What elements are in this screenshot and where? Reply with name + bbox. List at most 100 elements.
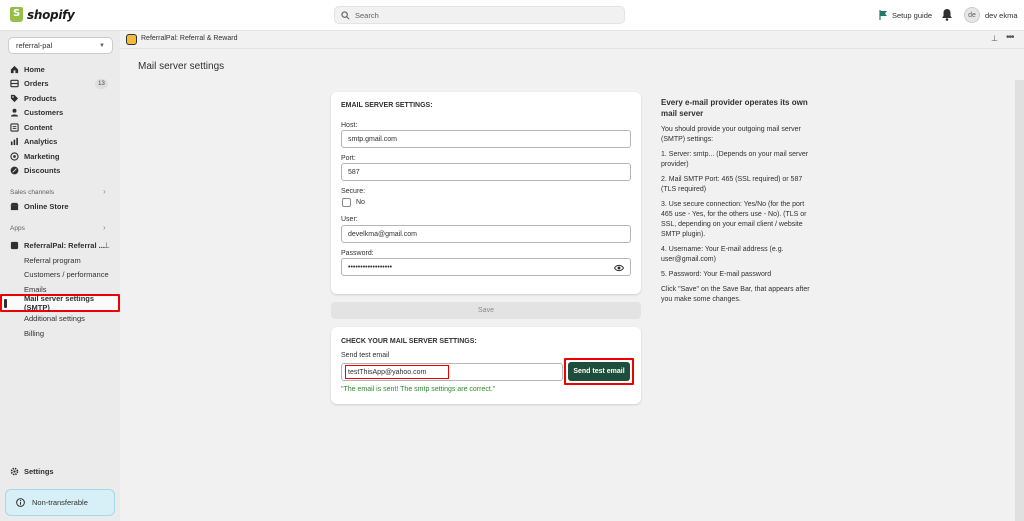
help-title: Every e-mail provider operates its own m… xyxy=(661,98,808,118)
pin-icon[interactable]: ⊥ xyxy=(991,34,998,43)
store-selector[interactable]: referral-pal ▼ xyxy=(8,37,113,54)
sidebar-item-label: Orders xyxy=(24,79,49,88)
smtp-settings-card: EMAIL SERVER SETTINGS: Host: smtp.gmail.… xyxy=(331,92,641,294)
secure-label: Secure: xyxy=(341,188,366,195)
sidebar-item-label: Products xyxy=(24,94,57,103)
store-icon xyxy=(10,202,19,211)
gear-icon xyxy=(10,467,19,476)
help-paragraph: You should provide your outgoing mail se… xyxy=(661,126,801,143)
sidebar-sub-additional-settings[interactable]: Additional settings xyxy=(24,314,85,323)
help-paragraph: 3. Use secure connection: Yes/No (for th… xyxy=(661,201,807,238)
person-icon xyxy=(10,108,19,117)
setup-guide-label: Setup guide xyxy=(892,10,933,20)
sidebar: referral-pal ▼ Home Orders 13 Products C… xyxy=(0,31,120,521)
sidebar-item-label: Settings xyxy=(24,467,54,476)
sidebar-item-analytics[interactable]: Analytics xyxy=(10,137,57,146)
test-email-input[interactable]: testThisApp@yahoo.com xyxy=(341,363,563,381)
user-label: User: xyxy=(341,216,358,223)
referralpal-app-icon xyxy=(126,34,137,45)
help-paragraph: Click "Save" on the Save Bar, that appea… xyxy=(661,286,810,303)
host-value: smtp.gmail.com xyxy=(348,135,398,143)
help-paragraph: 2. Mail SMTP Port: 465 (SSL required) or… xyxy=(661,176,803,193)
send-test-email-label: Send test email xyxy=(341,352,390,359)
sidebar-item-products[interactable]: Products xyxy=(10,94,57,103)
sidebar-item-label: Online Store xyxy=(24,202,69,211)
host-input[interactable]: smtp.gmail.com xyxy=(341,130,631,148)
sales-channels-label: Sales channels xyxy=(10,189,55,196)
sidebar-item-customers[interactable]: Customers xyxy=(10,108,63,117)
sidebar-item-discounts[interactable]: Discounts xyxy=(10,166,60,175)
sidebar-item-home[interactable]: Home xyxy=(10,65,45,74)
target-icon xyxy=(10,152,19,161)
port-value: 587 xyxy=(348,168,360,176)
sidebar-item-label: Customers xyxy=(24,108,64,117)
help-paragraph: 4. Username: Your E-mail address (e.g. u… xyxy=(661,246,784,263)
avatar: de xyxy=(964,7,980,23)
active-indicator xyxy=(4,299,7,308)
sidebar-sub-mail-server-settings[interactable]: Mail server settings (SMTP) xyxy=(0,294,120,312)
send-button-highlight: Send test email xyxy=(564,358,634,385)
sidebar-sub-billing[interactable]: Billing xyxy=(24,329,44,338)
user-value: develkma@gmail.com xyxy=(348,230,417,238)
smtp-heading: EMAIL SERVER SETTINGS: xyxy=(341,102,433,109)
orders-count-badge: 13 xyxy=(95,79,108,89)
sidebar-item-online-store[interactable]: Online Store xyxy=(10,202,69,211)
success-message: "The email is sent! The smtp settings ar… xyxy=(341,386,496,393)
bell-icon[interactable] xyxy=(941,8,953,21)
info-icon xyxy=(16,498,25,507)
sidebar-sub-emails[interactable]: Emails xyxy=(24,285,47,294)
chart-icon xyxy=(10,137,18,146)
scrollbar[interactable] xyxy=(1015,80,1024,521)
sidebar-item-label: Home xyxy=(24,65,45,74)
user-menu[interactable]: de dev ekma xyxy=(964,7,1018,23)
home-icon xyxy=(10,65,19,74)
sidebar-item-settings[interactable]: Settings xyxy=(10,467,54,476)
sidebar-item-label: ReferralPal: Referral ... xyxy=(24,241,105,250)
more-options-icon[interactable]: ••• xyxy=(1006,32,1014,43)
chevron-right-icon[interactable]: › xyxy=(103,187,106,196)
brand-name: shopify xyxy=(27,7,75,22)
non-transferable-label: Non-transferable xyxy=(32,498,88,507)
app-title: ReferralPal: Referral & Reward xyxy=(141,35,238,42)
help-paragraph: 1. Server: smtp... (Depends on your mail… xyxy=(661,151,809,168)
save-button[interactable]: Save xyxy=(331,302,641,319)
sidebar-item-label: Marketing xyxy=(24,152,60,161)
secure-checkbox-label: No xyxy=(356,199,365,206)
port-input[interactable]: 587 xyxy=(341,163,631,181)
search-bar[interactable] xyxy=(334,6,625,24)
secure-checkbox[interactable] xyxy=(342,198,351,207)
test-email-value: testThisApp@yahoo.com xyxy=(345,365,449,379)
sidebar-item-label: Content xyxy=(24,123,53,132)
search-input[interactable] xyxy=(355,10,605,20)
user-input[interactable]: develkma@gmail.com xyxy=(341,225,631,243)
sidebar-item-label: Mail server settings (SMTP) xyxy=(24,294,95,312)
sidebar-item-referralpal[interactable]: ReferralPal: Referral ... xyxy=(10,241,105,250)
sidebar-item-content[interactable]: Content xyxy=(10,123,52,132)
sidebar-sub-customers-performance[interactable]: Customers / performance xyxy=(24,270,109,279)
sidebar-item-label: Analytics xyxy=(24,137,58,146)
app-header: ReferralPal: Referral & Reward ⊥ ••• xyxy=(120,31,1024,49)
sidebar-sub-referral-program[interactable]: Referral program xyxy=(24,256,81,265)
user-name: dev ekma xyxy=(985,10,1018,20)
test-heading: CHECK YOUR MAIL SERVER SETTINGS: xyxy=(341,338,477,345)
non-transferable-banner[interactable]: Non-transferable xyxy=(5,489,115,516)
page-title: Mail server settings xyxy=(138,61,225,72)
password-input[interactable]: •••••••••••••••••• xyxy=(341,258,631,276)
orders-icon xyxy=(10,79,19,88)
help-panel: Every e-mail provider operates its own m… xyxy=(661,97,811,310)
send-test-email-button[interactable]: Send test email xyxy=(568,362,630,381)
shopify-bag-icon xyxy=(10,7,23,22)
help-paragraph: 5. Password: Your E-mail password xyxy=(661,271,772,278)
shopify-logo[interactable]: shopify xyxy=(10,7,75,22)
pin-icon[interactable]: ⊥ xyxy=(103,241,110,250)
setup-guide-button[interactable]: Setup guide xyxy=(879,10,932,20)
sidebar-item-orders[interactable]: Orders xyxy=(10,79,49,88)
eye-icon[interactable] xyxy=(614,264,624,272)
top-bar: shopify Setup guide de dev ekma xyxy=(0,0,1024,31)
content-icon xyxy=(10,123,19,132)
chevron-right-icon[interactable]: › xyxy=(103,223,106,232)
password-label: Password: xyxy=(341,250,374,257)
sidebar-item-marketing[interactable]: Marketing xyxy=(10,152,59,161)
app-grid-icon xyxy=(10,241,19,250)
host-label: Host: xyxy=(341,122,358,129)
